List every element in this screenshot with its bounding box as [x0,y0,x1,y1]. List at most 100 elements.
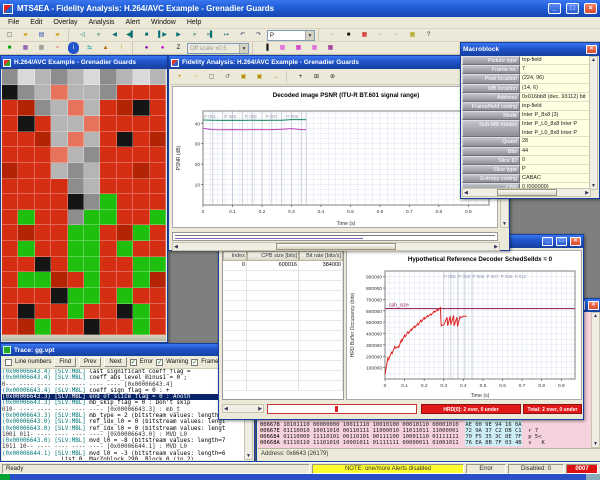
next-button[interactable]: Next [104,357,126,367]
macroblock-cell[interactable] [51,257,67,273]
macroblock-cell[interactable] [100,210,116,226]
macroblock-cell[interactable] [117,100,133,116]
macroblock-cell[interactable] [150,288,166,304]
macroblock-cell[interactable] [150,179,166,195]
macroblock-cell[interactable] [100,163,116,179]
macroblock-cell[interactable] [18,116,34,132]
macroblock-cell[interactable] [150,116,166,132]
new-chart-icon[interactable]: ▢ [204,71,219,83]
macroblock-cell[interactable] [100,132,116,148]
macroblock-cell[interactable] [18,100,34,116]
minimize-button[interactable]: _ [548,3,561,14]
macroblock-cell[interactable] [51,69,67,85]
z-order-icon[interactable]: Z [171,42,186,54]
macroblock-cell[interactable] [117,163,133,179]
menu-alert[interactable]: Alert [121,18,145,27]
macroblock-cell[interactable] [51,132,67,148]
macroblock-cell[interactable] [117,116,133,132]
macroblock-row[interactable]: Bits44 [462,147,589,156]
refresh-icon[interactable]: ↺ [220,71,235,83]
macroblock-cell[interactable] [117,179,133,195]
macroblock-cell[interactable] [18,210,34,226]
macroblock-cell[interactable] [2,85,18,101]
macroblock-cell[interactable] [84,241,100,257]
macroblock-cell[interactable] [133,132,149,148]
maximize-button[interactable]: □ [566,3,579,14]
macroblock-cell[interactable] [18,69,34,85]
fast-forward-icon[interactable]: » [187,29,202,41]
overlay-quant-icon[interactable]: ■ [2,42,17,54]
hex-vertical-scrollbar[interactable]: ▲▼ [591,312,600,448]
macroblock-cell[interactable] [84,194,100,210]
macroblock-cell[interactable] [18,163,34,179]
macroblock-cell[interactable] [100,69,116,85]
alert-map-4-icon[interactable]: ▦ [323,42,338,54]
macroblock-cell[interactable] [84,210,100,226]
macroblock-cell[interactable] [2,241,18,257]
chevron-down-icon[interactable]: ▼ [305,31,314,40]
macroblock-cell[interactable] [35,194,51,210]
macroblock-cell[interactable] [2,225,18,241]
hrd-close-button[interactable]: × [570,237,581,246]
macroblock-cell[interactable] [133,85,149,101]
signal-plot-icon[interactable]: ~ [50,42,65,54]
hrd-minimize-button[interactable]: _ [542,237,553,246]
macroblock-cell[interactable] [84,132,100,148]
psnr-overview-strip[interactable] [172,232,498,241]
macroblock-cell[interactable] [150,147,166,163]
help-icon[interactable]: ? [421,29,436,41]
alert-flash-icon[interactable]: ! [114,42,129,54]
macroblock-cell[interactable] [51,272,67,288]
macroblock-cell[interactable] [117,272,133,288]
cpb-table-row[interactable]: 0600016384000 [223,261,343,271]
mb-map-icon[interactable]: ▦ [405,29,420,41]
macroblock-cell[interactable] [100,116,116,132]
fidelity-horizontal-scrollbar[interactable]: ◀▶ [172,242,500,251]
macroblock-cell[interactable] [117,147,133,163]
new-document-icon[interactable]: ▢ [2,29,17,41]
macroblock-cell[interactable] [84,69,100,85]
macroblock-cell[interactable] [2,288,18,304]
frame-hold-icon[interactable]: ▫ [325,29,340,41]
menu-edit[interactable]: Edit [25,18,47,27]
macroblock-cell[interactable] [68,319,84,335]
audio-icon[interactable]: ◁ [75,29,90,41]
macroblock-cell[interactable] [150,272,166,288]
crosshair-icon[interactable]: + [293,71,308,83]
macroblock-cell[interactable] [133,319,149,335]
macroblock-cell[interactable] [68,257,84,273]
macroblock-cell[interactable] [68,69,84,85]
open-bitstream-icon[interactable]: ▰ [50,29,65,41]
macroblock-cell[interactable] [2,100,18,116]
macroblock-cell[interactable] [100,288,116,304]
macroblock-cell[interactable] [35,179,51,195]
frame-back-icon[interactable]: ◀ [107,29,122,41]
macroblock-cell[interactable] [133,210,149,226]
macroblock-cell[interactable] [35,319,51,335]
macroblock-cell[interactable] [35,163,51,179]
macroblock-cell[interactable] [84,272,100,288]
rewind-icon[interactable]: « [91,29,106,41]
macroblock-row[interactable]: Slice ID0 [462,156,589,165]
macroblock-cell[interactable] [51,147,67,163]
y-channel-icon[interactable]: ● [139,42,154,54]
macroblock-cell[interactable] [133,163,149,179]
macroblock-cell[interactable] [35,304,51,320]
stop-black-icon[interactable]: ■ [341,29,356,41]
macroblock-cell[interactable] [2,272,18,288]
close-button[interactable]: × [584,3,597,14]
play-icon[interactable]: ▶ [171,29,186,41]
macroblock-cell[interactable] [150,210,166,226]
skip-end-icon[interactable]: »▌ [203,29,218,41]
save-icon[interactable]: ▤ [34,29,49,41]
macroblock-cell[interactable] [35,69,51,85]
macroblock-cell[interactable] [150,132,166,148]
macroblock-cell[interactable] [150,100,166,116]
hex-row[interactable]: 00668A 01110110 11101010 10001011 011111… [260,441,590,447]
macroblock-cell[interactable] [18,257,34,273]
macroblock-cell[interactable] [68,304,84,320]
macroblock-cell[interactable] [51,304,67,320]
cpb-table-horizontal-scrollbar[interactable]: ◀▶ [222,404,264,413]
macroblock-cell[interactable] [150,257,166,273]
trace-line[interactable]: List 0, Macroblock 290, Block 0 (in 2) [2,457,245,460]
